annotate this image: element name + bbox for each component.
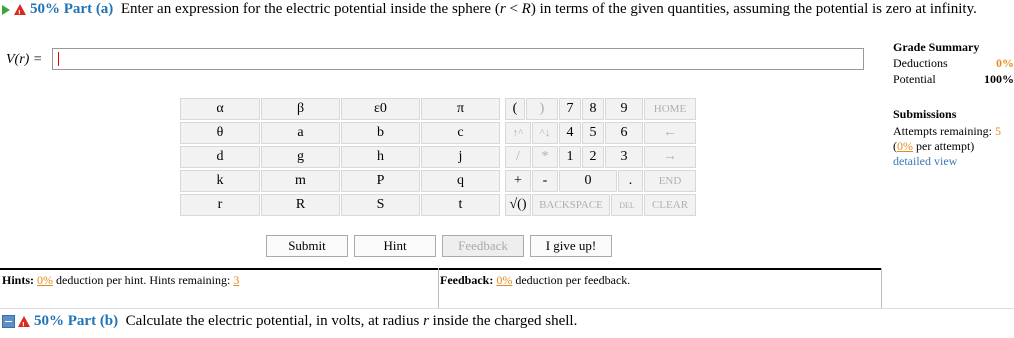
submissions-title: Submissions — [893, 107, 957, 121]
part-b-prompt-before: Calculate the electric potential, in vol… — [125, 313, 420, 329]
part-a-label: Part (a) — [63, 1, 114, 17]
key-var-3-0[interactable]: k — [180, 170, 260, 192]
hint-button[interactable]: Hint — [354, 235, 436, 257]
per-attempt-pct: 0% — [897, 139, 913, 153]
key-var-0-0[interactable]: α — [180, 98, 260, 120]
part-a-prompt-before: Enter an expression for the electric pot… — [120, 1, 500, 17]
potential-label: Potential — [893, 72, 936, 86]
key-var-1-2[interactable]: b — [341, 122, 420, 144]
key-3[interactable]: 3 — [605, 146, 643, 168]
key-var-4-3[interactable]: t — [421, 194, 500, 216]
feedback-label: Feedback: — [440, 273, 494, 287]
key-var-4-0[interactable]: r — [180, 194, 260, 216]
hints-remaining: 3 — [233, 273, 240, 287]
key-1[interactable]: 1 — [559, 146, 581, 168]
key-var-2-1[interactable]: g — [261, 146, 340, 168]
feedback-pct: 0% — [496, 273, 513, 287]
hints-pct: 0% — [37, 273, 54, 287]
key-minus[interactable]: - — [532, 170, 558, 192]
warning-icon — [14, 4, 26, 22]
key-6[interactable]: 6 — [605, 122, 643, 144]
submit-button[interactable]: Submit — [266, 235, 348, 257]
expression-label: V(r) = — [6, 52, 43, 67]
key-plus[interactable]: + — [505, 170, 531, 192]
key-var-1-0[interactable]: θ — [180, 122, 260, 144]
key-superscript[interactable]: ↑^ — [505, 122, 531, 144]
key-var-1-1[interactable]: a — [261, 122, 340, 144]
var-R: R — [521, 1, 531, 17]
key-left-arrow[interactable]: ← — [644, 122, 696, 144]
key-var-1-3[interactable]: c — [421, 122, 500, 144]
part-b-prompt-after: inside the charged shell. — [432, 313, 578, 329]
hints-label: Hints: — [2, 273, 35, 287]
submissions-panel: Submissions Attempts remaining: 5 (0% pe… — [893, 107, 1014, 169]
key-var-4-1[interactable]: R — [261, 194, 340, 216]
part-b-percent: 50% — [34, 313, 64, 329]
key-backspace[interactable]: BACKSPACE — [532, 194, 610, 216]
key-var-4-2[interactable]: S — [341, 194, 420, 216]
key-var-3-1[interactable]: m — [261, 170, 340, 192]
key-var-3-3[interactable]: q — [421, 170, 500, 192]
hints-text: deduction per hint. Hints remaining: — [56, 273, 231, 287]
key-sqrt[interactable]: √() — [505, 194, 531, 216]
collapse-icon[interactable] — [2, 315, 15, 329]
key-clear[interactable]: CLEAR — [644, 194, 696, 216]
expression-input[interactable] — [52, 48, 864, 70]
part-b-var-r: r — [423, 313, 429, 329]
key-var-3-2[interactable]: P — [341, 170, 420, 192]
part-b-header: 50% Part (b) Calculate the electric pote… — [2, 313, 1012, 334]
feedback-button[interactable]: Feedback — [442, 235, 524, 257]
grade-summary-title: Grade Summary — [893, 40, 980, 54]
key-var-0-3[interactable]: π — [421, 98, 500, 120]
key-8[interactable]: 8 — [582, 98, 604, 120]
key-4[interactable]: 4 — [559, 122, 581, 144]
warning-icon-b — [18, 316, 30, 334]
potential-value: 100% — [984, 72, 1014, 86]
key-subscript[interactable]: ^↓ — [532, 122, 558, 144]
key-decimal[interactable]: . — [618, 170, 643, 192]
expand-triangle-icon[interactable] — [2, 4, 10, 15]
key-var-0-1[interactable]: β — [261, 98, 340, 120]
key-var-2-2[interactable]: h — [341, 146, 420, 168]
key-close-paren[interactable]: ) — [526, 98, 558, 120]
attempts-label: Attempts remaining: — [893, 124, 992, 138]
give-up-button[interactable]: I give up! — [530, 235, 612, 257]
hints-right-border — [881, 268, 882, 308]
key-0[interactable]: 0 — [559, 170, 617, 192]
attempts-value: 5 — [994, 124, 1001, 138]
key-divide[interactable]: / — [505, 146, 531, 168]
text-caret — [58, 52, 59, 66]
per-attempt-text: per attempt) — [916, 139, 975, 153]
key-right-arrow[interactable]: → — [644, 146, 696, 168]
part-a-header: 50% Part (a) Enter an expression for the… — [2, 1, 1012, 22]
lt-sign: < — [505, 1, 522, 17]
key-end[interactable]: END — [644, 170, 696, 192]
key-9[interactable]: 9 — [605, 98, 643, 120]
deductions-value: 0% — [996, 56, 1014, 70]
key-open-paren[interactable]: ( — [505, 98, 525, 120]
part-b-label: Part (b) — [67, 313, 119, 329]
hints-top-border — [0, 268, 881, 270]
key-del[interactable]: DEL — [611, 194, 643, 216]
key-var-0-2[interactable]: ε0 — [341, 98, 420, 120]
hints-info: Hints: 0% deduction per hint. Hints rema… — [2, 273, 239, 288]
key-var-2-3[interactable]: j — [421, 146, 500, 168]
part-a-prompt-after: ) in terms of the given quantities, assu… — [530, 1, 977, 17]
part-a-percent: 50% — [30, 1, 60, 17]
part-divider — [0, 308, 1014, 309]
key-5[interactable]: 5 — [582, 122, 604, 144]
key-7[interactable]: 7 — [559, 98, 581, 120]
key-multiply[interactable]: * — [532, 146, 558, 168]
feedback-info: Feedback: 0% deduction per feedback. — [440, 273, 630, 288]
detailed-view-link[interactable]: detailed view — [893, 154, 1014, 169]
feedback-text: deduction per feedback. — [515, 273, 631, 287]
key-2[interactable]: 2 — [582, 146, 604, 168]
key-home[interactable]: HOME — [644, 98, 696, 120]
grade-summary: Grade Summary Deductions 0% Potential 10… — [893, 40, 1014, 87]
hints-divider — [438, 268, 439, 308]
deductions-label: Deductions — [893, 56, 948, 70]
key-var-2-0[interactable]: d — [180, 146, 260, 168]
